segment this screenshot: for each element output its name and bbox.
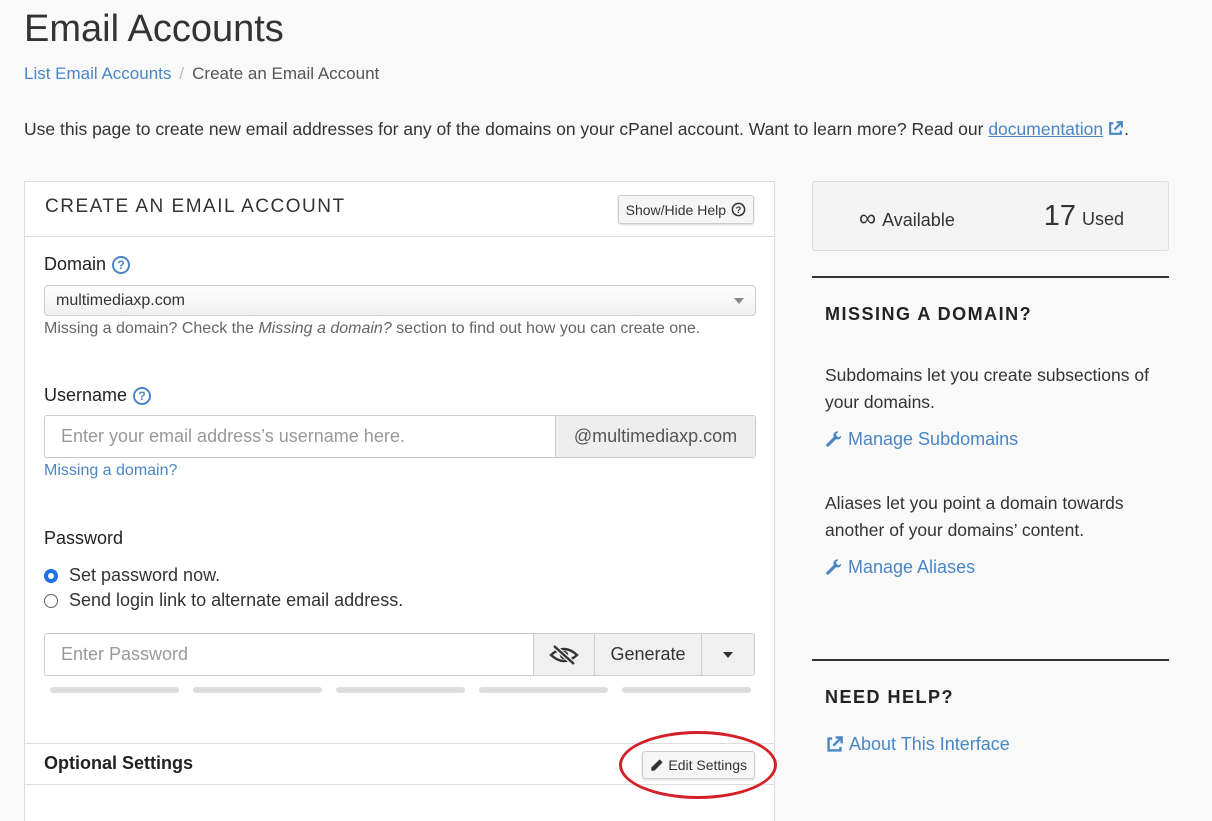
wrench-icon [826,430,842,447]
breadcrumb-current: Create an Email Account [192,64,380,83]
used-stat: 17 Used [1044,200,1124,233]
password-label: Password [44,528,123,549]
strength-segment [479,687,608,693]
available-stat: ∞ Available [859,205,955,233]
eye-slash-icon [549,643,579,666]
domain-help-icon[interactable]: ? [112,255,131,274]
password-input-group: Enter Password Generate [44,633,755,676]
strength-segment [50,687,179,693]
radio-button-checked[interactable] [44,568,58,583]
optional-settings-title: Optional Settings [44,753,194,773]
external-link-icon[interactable] [1107,120,1124,137]
radio-button[interactable] [44,593,58,608]
domain-label: Domain ? [44,254,131,275]
password-strength-meter [50,687,751,693]
caret-down-icon [723,651,733,658]
domain-select-value: multimediaxp.com [56,291,185,309]
username-input[interactable]: Enter your email address’s username here… [45,416,555,457]
domain-hint-suffix: section to find out how you can create o… [391,320,701,337]
domain-hint: Missing a domain? Check the Missing a do… [44,320,700,338]
toggle-password-visibility-button[interactable] [533,634,594,675]
radio-set-password-now[interactable]: Set password now. [44,565,220,586]
highlight-annotation-ring [619,731,777,799]
sidebar-divider [812,276,1169,278]
strength-segment [193,687,322,693]
used-label: Used [1081,209,1124,229]
radio-send-login-link[interactable]: Send login link to alternate email addre… [44,590,403,611]
panel-header: CREATE AN EMAIL ACCOUNT Show/Hide Help ? [25,182,774,237]
documentation-link[interactable]: documentation [988,119,1124,139]
strength-segment [622,687,751,693]
wrench-icon [826,558,842,575]
about-interface-link[interactable]: About This Interface [825,734,1010,755]
intro-text: Use this page to create new email addres… [24,119,1129,140]
strength-segment [336,687,465,693]
manage-subdomains-link[interactable]: Manage Subdomains [825,429,1018,450]
create-email-panel: CREATE AN EMAIL ACCOUNT Show/Hide Help ?… [24,181,775,821]
generate-options-dropdown[interactable] [701,634,754,675]
show-hide-help-button[interactable]: Show/Hide Help ? [617,195,754,224]
aliases-description: Aliases let you point a domain towards a… [825,493,1124,540]
page-title: Email Accounts [24,8,284,50]
panel-title: CREATE AN EMAIL ACCOUNT [45,196,346,217]
subdomains-description: Subdomains let you create subsections of… [825,365,1149,412]
username-domain-suffix: @multimediaxp.com [555,416,755,457]
domain-select[interactable]: multimediaxp.com [44,285,756,316]
breadcrumb-link-list-email-accounts[interactable]: List Email Accounts [24,64,171,84]
show-hide-help-label: Show/Hide Help [625,201,726,218]
intro-end: . [1124,119,1130,139]
password-label-text: Password [44,528,124,548]
account-stats-box: ∞ Available 17 Used [812,181,1169,251]
question-circle-icon: ? [731,202,746,217]
radio-send-login-label: Send login link to alternate email addre… [69,590,404,610]
documentation-link-label[interactable]: documentation [988,119,1103,139]
domain-label-text: Domain [44,254,107,274]
available-label: Available [882,210,955,230]
used-count: 17 [1043,200,1076,232]
username-label-text: Username [44,385,128,405]
infinity-symbol: ∞ [859,205,877,232]
username-label: Username ? [44,385,152,406]
intro-body: Use this page to create new email addres… [24,119,989,139]
sidebar-divider [812,659,1169,661]
manage-aliases-label[interactable]: Manage Aliases [848,557,975,578]
radio-set-password-label: Set password now. [69,565,221,585]
external-link-icon [827,736,843,752]
chevron-down-icon [734,297,744,304]
manage-aliases-link[interactable]: Manage Aliases [825,557,975,578]
username-help-icon[interactable]: ? [133,386,152,405]
breadcrumb: List Email Accounts / Create an Email Ac… [24,64,379,84]
generate-password-button[interactable]: Generate [594,634,701,675]
missing-domain-title: MISSING A DOMAIN? [825,304,1033,324]
password-input[interactable]: Enter Password [45,634,533,675]
username-input-group: Enter your email address’s username here… [44,415,756,458]
svg-text:?: ? [736,205,742,215]
breadcrumb-separator: / [179,64,185,83]
about-interface-label[interactable]: About This Interface [849,734,1010,755]
domain-hint-em: Missing a domain? [258,320,392,337]
domain-hint-prefix: Missing a domain? Check the [44,320,259,337]
need-help-title: NEED HELP? [825,687,955,707]
manage-subdomains-label[interactable]: Manage Subdomains [848,429,1018,450]
missing-domain-link[interactable]: Missing a domain? [44,462,177,480]
